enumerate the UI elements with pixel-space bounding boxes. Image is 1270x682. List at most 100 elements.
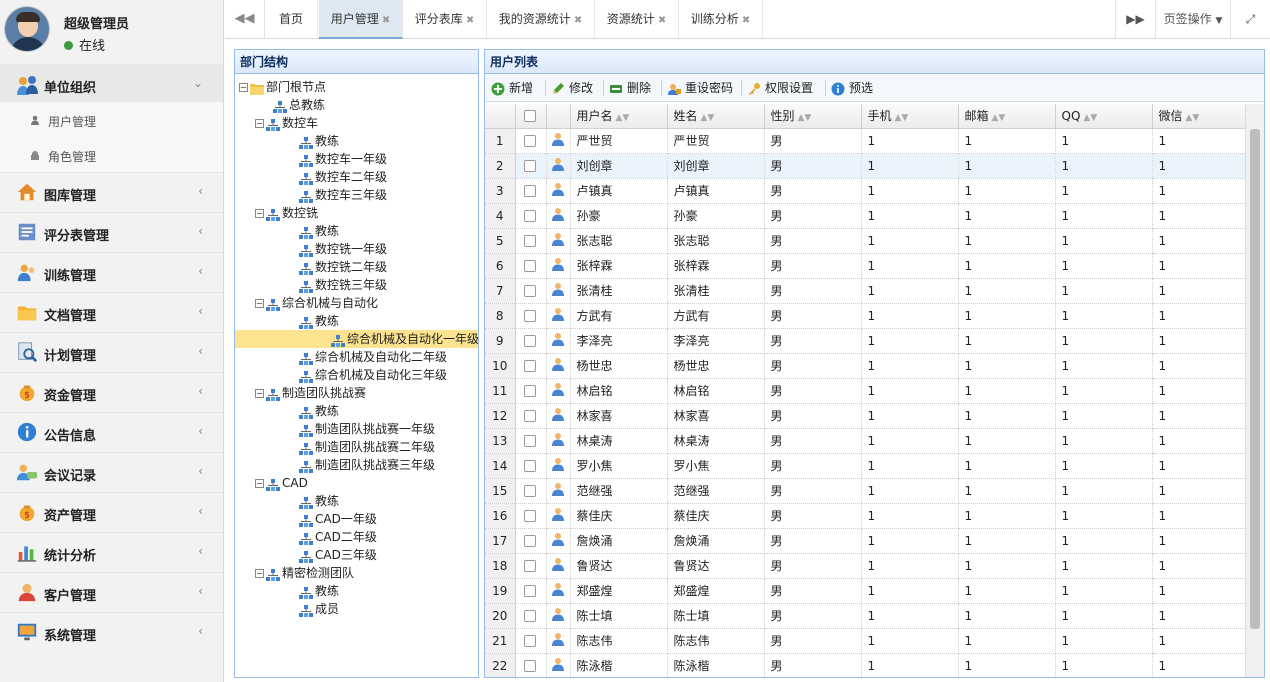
close-icon[interactable]: ✖ bbox=[658, 15, 666, 26]
row-checkbox[interactable] bbox=[523, 635, 536, 647]
tab-2[interactable]: 评分表库 ✖ bbox=[403, 0, 487, 38]
row-checkbox[interactable] bbox=[523, 485, 536, 497]
row-checkbox[interactable] bbox=[523, 135, 536, 147]
column-header[interactable]: 姓名 ▲▼ bbox=[667, 104, 765, 129]
toolbar-button-1[interactable]: 修改 bbox=[551, 80, 593, 96]
toolbar-button-0[interactable]: 新增 bbox=[491, 80, 533, 96]
menu-item-12[interactable]: 系统管理 ‹ bbox=[0, 612, 223, 652]
tree-node[interactable]: 综合机械及自动化一年级 bbox=[235, 330, 478, 348]
tab-5[interactable]: 训练分析 ✖ bbox=[679, 0, 763, 38]
row-checkbox[interactable] bbox=[523, 560, 536, 572]
column-header[interactable]: 微信 ▲▼ bbox=[1152, 104, 1247, 129]
collapse-icon[interactable]: − bbox=[255, 119, 264, 128]
menu-item-5[interactable]: 计划管理 ‹ bbox=[0, 332, 223, 372]
tree-node[interactable]: 制造团队挑战赛一年级 bbox=[269, 420, 435, 438]
table-row[interactable]: 22 陈泳楷 陈泳楷男 1 1 1 1 bbox=[485, 653, 1247, 677]
select-all-checkbox[interactable] bbox=[523, 110, 536, 123]
column-header[interactable]: 性别 ▲▼ bbox=[764, 104, 862, 129]
tree-node[interactable]: − 数控车 bbox=[255, 114, 318, 132]
row-checkbox[interactable] bbox=[523, 585, 536, 597]
row-checkbox[interactable] bbox=[523, 460, 536, 472]
row-checkbox[interactable] bbox=[523, 285, 536, 297]
table-row[interactable]: 2 刘创章 刘创章男 1 1 1 1 bbox=[485, 153, 1247, 179]
tree-node[interactable]: − 部门根节点 bbox=[239, 78, 326, 96]
row-checkbox[interactable] bbox=[523, 185, 536, 197]
tree-node[interactable]: 综合机械及自动化三年级 bbox=[269, 366, 447, 384]
table-row[interactable]: 13 林桌涛 林桌涛男 1 1 1 1 bbox=[485, 428, 1247, 454]
row-checkbox[interactable] bbox=[523, 160, 536, 172]
tree-node[interactable]: CAD三年级 bbox=[269, 546, 377, 564]
table-row[interactable]: 10 杨世忠 杨世忠男 1 1 1 1 bbox=[485, 353, 1247, 379]
tree-node[interactable]: 教练 bbox=[269, 492, 339, 510]
tab-1[interactable]: 用户管理 ✖ bbox=[319, 0, 403, 39]
tree-node[interactable]: 教练 bbox=[269, 222, 339, 240]
row-checkbox[interactable] bbox=[523, 335, 536, 347]
row-checkbox[interactable] bbox=[523, 385, 536, 397]
scroll-right-icon[interactable]: ▶▶ bbox=[1115, 0, 1155, 38]
menu-item-11[interactable]: 客户管理 ‹ bbox=[0, 572, 223, 612]
table-row[interactable]: 17 詹焕涌 詹焕涌男 1 1 1 1 bbox=[485, 528, 1247, 554]
table-row[interactable]: 12 林家喜 林家喜男 1 1 1 1 bbox=[485, 403, 1247, 429]
submenu-item-1[interactable]: 角色管理 bbox=[0, 137, 223, 172]
table-row[interactable]: 1 严世贸 严世贸男 1 1 1 1 bbox=[485, 128, 1247, 154]
table-row[interactable]: 21 陈志伟 陈志伟男 1 1 1 1 bbox=[485, 628, 1247, 654]
tab-3[interactable]: 我的资源统计 ✖ bbox=[487, 0, 595, 38]
table-row[interactable]: 20 陈士填 陈士填男 1 1 1 1 bbox=[485, 603, 1247, 629]
row-checkbox[interactable] bbox=[523, 610, 536, 622]
table-row[interactable]: 15 范继强 范继强男 1 1 1 1 bbox=[485, 478, 1247, 504]
collapse-icon[interactable]: − bbox=[239, 83, 248, 92]
tree-node[interactable]: 成员 bbox=[269, 600, 339, 618]
collapse-icon[interactable]: − bbox=[255, 389, 264, 398]
toolbar-button-4[interactable]: 权限设置 bbox=[747, 80, 813, 96]
close-icon[interactable]: ✖ bbox=[466, 15, 474, 26]
column-header[interactable]: 手机 ▲▼ bbox=[861, 104, 959, 129]
row-checkbox[interactable] bbox=[523, 510, 536, 522]
tree-node[interactable]: CAD二年级 bbox=[269, 528, 377, 546]
table-row[interactable]: 3 卢镇真 卢镇真男 1 1 1 1 bbox=[485, 178, 1247, 204]
column-header[interactable]: 用户名 ▲▼ bbox=[570, 104, 668, 129]
tree-node[interactable]: 总教练 bbox=[255, 96, 325, 114]
table-row[interactable]: 5 张志聪 张志聪男 1 1 1 1 bbox=[485, 228, 1247, 254]
tab-4[interactable]: 资源统计 ✖ bbox=[595, 0, 679, 38]
menu-item-1[interactable]: 图库管理 ‹ bbox=[0, 172, 223, 212]
tree-node[interactable]: 数控铣一年级 bbox=[269, 240, 387, 258]
table-row[interactable]: 6 张梓霖 张梓霖男 1 1 1 1 bbox=[485, 253, 1247, 279]
collapse-icon[interactable]: − bbox=[255, 299, 264, 308]
row-checkbox[interactable] bbox=[523, 235, 536, 247]
tree-node[interactable]: 数控铣三年级 bbox=[269, 276, 387, 294]
fullscreen-icon[interactable]: ⤢ bbox=[1230, 0, 1270, 38]
menu-item-6[interactable]: $ 资金管理 ‹ bbox=[0, 372, 223, 412]
tree-node[interactable]: − CAD bbox=[255, 474, 308, 492]
collapse-icon[interactable]: − bbox=[255, 479, 264, 488]
collapse-icon[interactable]: − bbox=[255, 209, 264, 218]
row-checkbox[interactable] bbox=[523, 260, 536, 272]
menu-item-4[interactable]: 文档管理 ‹ bbox=[0, 292, 223, 332]
table-row[interactable]: 18 鲁贤达 鲁贤达男 1 1 1 1 bbox=[485, 553, 1247, 579]
tree-node[interactable]: 制造团队挑战赛二年级 bbox=[269, 438, 435, 456]
tree-node[interactable]: 综合机械及自动化二年级 bbox=[269, 348, 447, 366]
toolbar-button-3[interactable]: 重设密码 bbox=[667, 80, 733, 96]
close-icon[interactable]: ✖ bbox=[382, 15, 390, 26]
column-header[interactable]: QQ ▲▼ bbox=[1055, 104, 1153, 129]
table-row[interactable]: 9 李泽亮 李泽亮男 1 1 1 1 bbox=[485, 328, 1247, 354]
tree-node[interactable]: − 数控铣 bbox=[255, 204, 318, 222]
table-row[interactable]: 8 方武有 方武有男 1 1 1 1 bbox=[485, 303, 1247, 329]
tree-node[interactable]: 教练 bbox=[269, 402, 339, 420]
menu-item-9[interactable]: $ 资产管理 ‹ bbox=[0, 492, 223, 532]
row-checkbox[interactable] bbox=[523, 210, 536, 222]
toolbar-button-5[interactable]: 预选 bbox=[831, 80, 873, 96]
tree-node[interactable]: 教练 bbox=[269, 312, 339, 330]
menu-item-10[interactable]: 统计分析 ‹ bbox=[0, 532, 223, 572]
close-icon[interactable]: ✖ bbox=[742, 15, 750, 26]
row-checkbox[interactable] bbox=[523, 410, 536, 422]
row-checkbox[interactable] bbox=[523, 435, 536, 447]
tree-node[interactable]: 数控车一年级 bbox=[269, 150, 387, 168]
tree-node[interactable]: 数控铣二年级 bbox=[269, 258, 387, 276]
tab-0[interactable]: 首页 bbox=[265, 0, 318, 38]
menu-item-7[interactable]: 公告信息 ‹ bbox=[0, 412, 223, 452]
collapse-icon[interactable]: − bbox=[255, 569, 264, 578]
tree-node[interactable]: CAD一年级 bbox=[269, 510, 377, 528]
scrollbar-thumb[interactable] bbox=[1250, 129, 1260, 629]
table-row[interactable]: 11 林启铭 林启铭男 1 1 1 1 bbox=[485, 378, 1247, 404]
toolbar-button-2[interactable]: 删除 bbox=[609, 80, 651, 96]
